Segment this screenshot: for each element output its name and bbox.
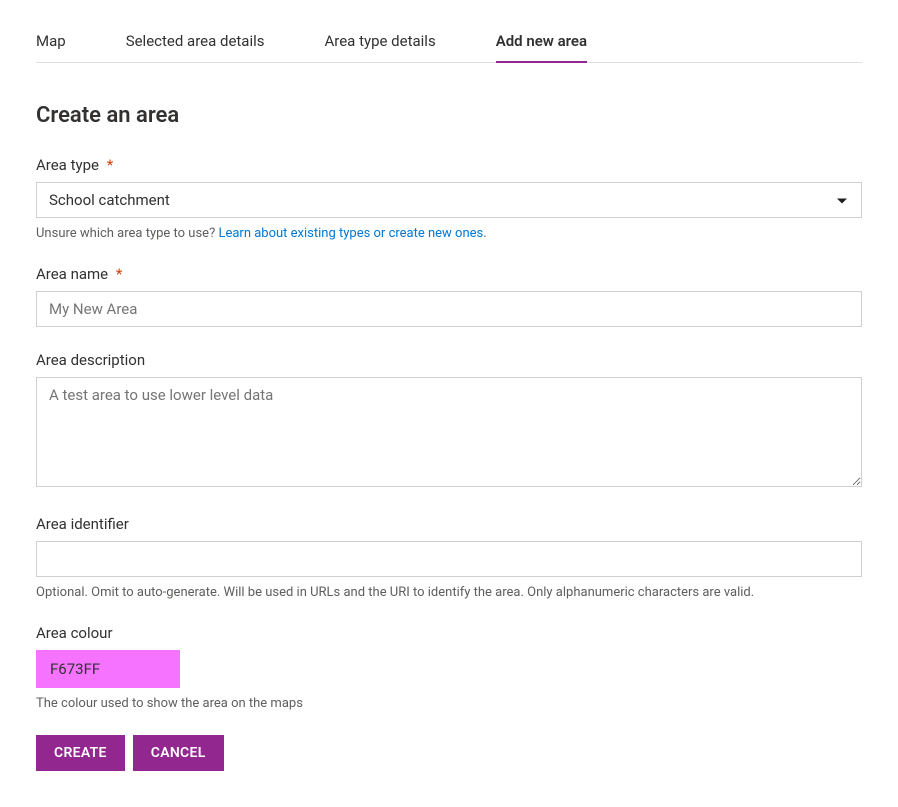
tab-label: Add new area (496, 32, 587, 50)
form-group-area-type: Area type * School catchment Unsure whic… (36, 156, 862, 241)
area-identifier-label: Area identifier (36, 515, 862, 533)
area-identifier-input[interactable] (36, 541, 862, 577)
area-type-label: Area type * (36, 156, 862, 174)
area-type-helper: Unsure which area type to use? Learn abo… (36, 226, 862, 241)
area-colour-label: Area colour (36, 624, 862, 642)
tab-add-new-area[interactable]: Add new area (496, 20, 587, 62)
learn-types-link[interactable]: Learn about existing types or create new… (218, 226, 483, 241)
helper-suffix: . (483, 226, 486, 241)
colour-value: F673FF (50, 660, 100, 678)
helper-prefix: Unsure which area type to use? (36, 226, 218, 241)
create-button[interactable]: CREATE (36, 735, 125, 771)
tab-label: Map (36, 32, 66, 50)
label-text: Area name (36, 265, 108, 283)
area-identifier-helper: Optional. Omit to auto-generate. Will be… (36, 585, 862, 600)
required-asterisk: * (116, 265, 122, 283)
page-title: Create an area (36, 103, 862, 128)
tabs-bar: Map Selected area details Area type deta… (36, 20, 862, 63)
tab-label: Area type details (325, 32, 436, 50)
area-description-input[interactable] (36, 377, 862, 487)
form-group-area-name: Area name * (36, 265, 862, 327)
form-group-area-identifier: Area identifier Optional. Omit to auto-g… (36, 515, 862, 600)
label-text: Area type (36, 156, 99, 174)
area-type-select-wrapper: School catchment (36, 182, 862, 218)
area-type-select[interactable]: School catchment (36, 182, 862, 218)
tab-label: Selected area details (126, 32, 265, 50)
tab-map[interactable]: Map (36, 20, 66, 62)
required-asterisk: * (107, 156, 113, 174)
form-group-area-colour: Area colour F673FF The colour used to sh… (36, 624, 862, 711)
tab-area-type-details[interactable]: Area type details (325, 20, 436, 62)
area-colour-helper: The colour used to show the area on the … (36, 696, 862, 711)
form-group-area-description: Area description (36, 351, 862, 491)
area-name-input[interactable] (36, 291, 862, 327)
area-name-label: Area name * (36, 265, 862, 283)
button-row: CREATE CANCEL (36, 735, 862, 771)
cancel-button[interactable]: CANCEL (133, 735, 224, 771)
area-colour-input[interactable]: F673FF (36, 650, 180, 688)
area-description-label: Area description (36, 351, 862, 369)
tab-selected-area-details[interactable]: Selected area details (126, 20, 265, 62)
